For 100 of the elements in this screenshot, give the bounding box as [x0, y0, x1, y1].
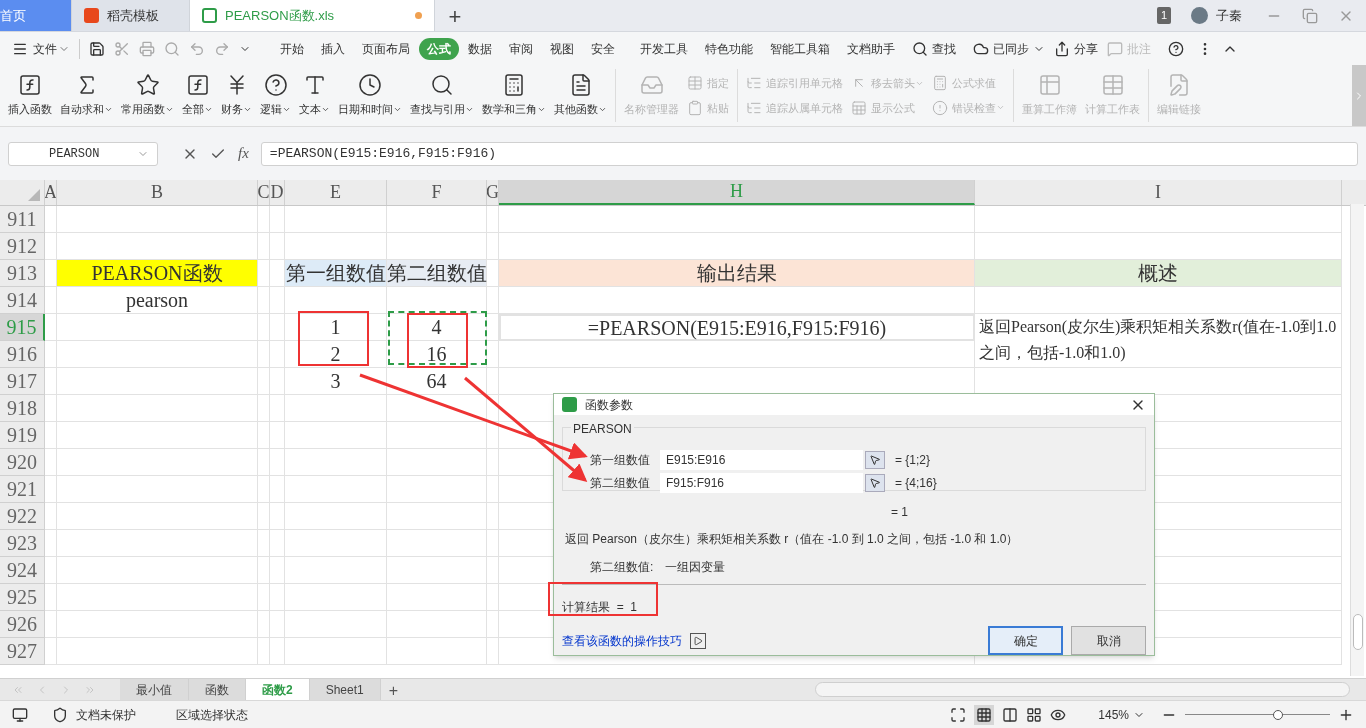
table-cell[interactable]: 概述	[975, 260, 1342, 287]
table-cell[interactable]	[57, 395, 258, 422]
share-button[interactable]: 分享	[1074, 39, 1098, 58]
table-cell[interactable]	[45, 530, 57, 557]
sheet-tab[interactable]: Sheet1	[309, 679, 381, 700]
ribbon-button[interactable]: 其他函数	[550, 65, 611, 126]
table-cell[interactable]	[285, 449, 387, 476]
ribbon-tab[interactable]: 审阅	[501, 37, 541, 60]
sheet-tab[interactable]: 函数2	[246, 679, 310, 700]
table-cell[interactable]	[975, 206, 1342, 233]
table-cell[interactable]	[387, 395, 487, 422]
table-cell[interactable]	[487, 611, 499, 638]
table-cell[interactable]	[499, 341, 975, 368]
row-header[interactable]: 921	[0, 476, 45, 503]
ribbon-tab[interactable]: 开始	[272, 37, 312, 60]
table-cell[interactable]	[285, 476, 387, 503]
table-cell[interactable]	[270, 503, 285, 530]
ribbon-button[interactable]: 全部	[178, 65, 217, 126]
row-header[interactable]: 925	[0, 584, 45, 611]
column-header[interactable]: I	[975, 180, 1342, 205]
table-cell[interactable]	[387, 422, 487, 449]
table-cell[interactable]	[487, 368, 499, 395]
notification-badge[interactable]: 1	[1156, 7, 1171, 24]
table-cell[interactable]	[57, 341, 258, 368]
table-cell[interactable]	[285, 557, 387, 584]
ribbon-button[interactable]: 文本	[295, 65, 334, 126]
table-cell[interactable]	[387, 287, 487, 314]
ribbon-button[interactable]: 日期和时间	[334, 65, 406, 126]
table-cell[interactable]	[285, 395, 387, 422]
column-header[interactable]: E	[285, 180, 387, 205]
table-cell[interactable]	[45, 557, 57, 584]
preview-icon[interactable]	[164, 40, 180, 57]
ribbon-tab[interactable]: 特色功能	[697, 37, 761, 60]
row-header[interactable]: 918	[0, 395, 45, 422]
table-cell[interactable]	[270, 584, 285, 611]
table-cell[interactable]	[387, 530, 487, 557]
table-cell[interactable]	[57, 503, 258, 530]
new-tab-button[interactable]: +	[435, 0, 475, 31]
range-select-button[interactable]	[865, 473, 885, 492]
table-cell[interactable]	[258, 503, 270, 530]
ribbon-button[interactable]: 插入函数	[4, 65, 56, 126]
table-cell[interactable]: 1	[285, 314, 387, 341]
printer-icon[interactable]	[139, 40, 155, 57]
table-cell[interactable]	[285, 530, 387, 557]
ribbon-tab[interactable]: 数据	[460, 37, 500, 60]
sheet-tab[interactable]: 最小值	[120, 679, 189, 700]
table-cell[interactable]	[258, 341, 270, 368]
table-cell[interactable]	[45, 314, 57, 341]
table-cell[interactable]	[57, 557, 258, 584]
table-cell[interactable]: 16	[387, 341, 487, 368]
table-cell[interactable]	[45, 233, 57, 260]
table-cell[interactable]	[45, 503, 57, 530]
table-cell[interactable]: 4	[387, 314, 487, 341]
column-header[interactable]: B	[57, 180, 258, 205]
row-header[interactable]: 913	[0, 260, 45, 287]
table-cell[interactable]: PEARSON函数	[57, 260, 258, 287]
table-cell[interactable]	[270, 638, 285, 665]
row-header[interactable]: 923	[0, 530, 45, 557]
scissors-icon[interactable]	[114, 40, 130, 57]
sheet-tab[interactable]: 函数	[189, 679, 246, 700]
table-cell[interactable]	[487, 584, 499, 611]
ribbon-button[interactable]: 财务	[217, 65, 256, 126]
table-cell[interactable]	[270, 341, 285, 368]
table-cell[interactable]	[487, 341, 499, 368]
table-cell[interactable]	[57, 206, 258, 233]
column-header[interactable]: A	[45, 180, 57, 205]
table-cell[interactable]	[270, 611, 285, 638]
row-header[interactable]: 911	[0, 206, 45, 233]
table-cell[interactable]	[258, 233, 270, 260]
table-cell[interactable]: 3	[285, 368, 387, 395]
row-header[interactable]: 926	[0, 611, 45, 638]
ribbon-button[interactable]: 逻辑	[256, 65, 295, 126]
table-cell[interactable]	[387, 476, 487, 503]
table-cell[interactable]	[45, 206, 57, 233]
ribbon-button[interactable]: 查找与引用	[406, 65, 478, 126]
column-header[interactable]: D	[270, 180, 285, 205]
table-cell[interactable]	[285, 206, 387, 233]
table-cell[interactable]	[45, 341, 57, 368]
table-cell[interactable]	[487, 638, 499, 665]
table-cell[interactable]	[45, 422, 57, 449]
argument-field[interactable]: F915:F916	[660, 472, 863, 493]
page-break-icon[interactable]	[1002, 706, 1019, 723]
table-cell[interactable]	[57, 530, 258, 557]
column-header[interactable]: F	[387, 180, 487, 205]
table-cell[interactable]	[45, 611, 57, 638]
horizontal-scrollbar[interactable]	[815, 682, 1350, 697]
column-header[interactable]: C	[258, 180, 270, 205]
table-cell[interactable]	[387, 584, 487, 611]
table-cell[interactable]	[45, 368, 57, 395]
table-cell[interactable]	[258, 287, 270, 314]
row-header[interactable]: 924	[0, 557, 45, 584]
row-header[interactable]: 922	[0, 503, 45, 530]
table-cell[interactable]	[57, 638, 258, 665]
table-cell[interactable]	[387, 557, 487, 584]
table-cell[interactable]	[258, 611, 270, 638]
table-cell[interactable]	[57, 476, 258, 503]
table-cell[interactable]	[258, 314, 270, 341]
table-cell[interactable]	[57, 449, 258, 476]
table-cell[interactable]	[57, 314, 258, 341]
ribbon-button[interactable]: 数学和三角	[478, 65, 550, 126]
